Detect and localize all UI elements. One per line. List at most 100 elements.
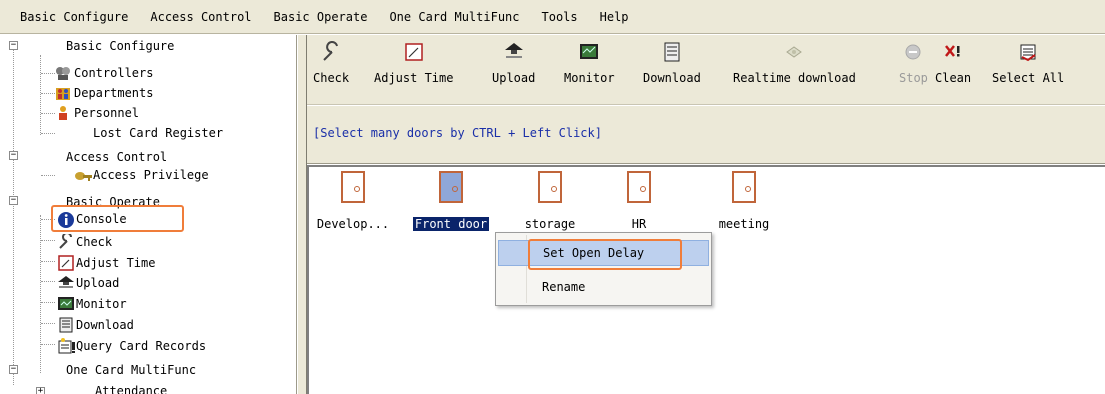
door-label: Front door [411,216,491,232]
download-icon [661,41,683,63]
wrench-icon [320,41,342,63]
tree-item-label: Download [76,318,134,332]
menu-one-card-multifunc[interactable]: One Card MultiFunc [389,10,519,24]
expander-basic-configure[interactable]: − [9,41,18,50]
tree-item-controllers[interactable]: Controllers [55,63,153,83]
tree-connector [41,281,55,282]
toolbar-download-button[interactable]: Download [643,41,701,85]
menu-basic-configure[interactable]: Basic Configure [20,10,128,24]
stop-icon [902,41,924,63]
tree-item-label: Access Control [66,150,168,164]
tree-connector [41,175,55,176]
toolbar-button-label: Adjust Time [374,71,454,85]
tree-item-basic-configure[interactable]: Basic Configure [66,36,174,56]
tree-item-label: Controllers [74,66,154,80]
tree-item-label: Upload [76,276,120,290]
door-icon [627,171,651,203]
tree-item-departments[interactable]: Departments [55,83,153,103]
toolbar-button-label: Clean [935,71,972,85]
tree-item-download[interactable]: Download [57,315,134,335]
menu-item-label: Rename [542,280,586,294]
tree-item-monitor[interactable]: Monitor [57,294,127,314]
personnel-icon [55,105,71,121]
tree-connector [41,344,55,345]
tree-item-label: Query Card Records [76,339,207,353]
expander-access-control[interactable]: − [9,151,18,160]
tree-item-label: Departments [74,86,154,100]
main-pane: Check Adjust Time Upload Monitor Downloa… [307,35,1105,394]
controllers-icon [55,65,71,81]
tree-connector [13,45,14,385]
door-label: storage [524,217,576,231]
menu-bar: Basic Configure Access Control Basic Ope… [0,0,1105,34]
expander-basic-operate[interactable]: − [9,196,18,205]
toolbar-monitor-button[interactable]: Monitor [564,41,615,85]
realtime-download-icon [783,41,805,63]
departments-icon [55,85,71,101]
toolbar-select-all-button[interactable]: Select All [992,41,1064,85]
door-label: HR [631,217,647,231]
door-item[interactable]: meeting [711,171,777,231]
tree-connector [40,215,41,373]
door-icon [341,171,365,203]
tree-item-label: Check [76,235,113,249]
monitor-icon [578,41,600,63]
door-item[interactable]: Develop... [311,171,395,231]
toolbar-check-button[interactable]: Check [313,41,349,85]
door-icon [538,171,562,203]
highlight-box-set-open-delay [528,239,682,270]
tree-item-personnel[interactable]: Personnel [55,103,139,123]
menu-access-control[interactable]: Access Control [150,10,251,24]
menu-help[interactable]: Help [600,10,629,24]
toolbar: Check Adjust Time Upload Monitor Downloa… [307,35,1105,105]
tree-item-check[interactable]: Check [57,232,112,252]
menu-tools[interactable]: Tools [542,10,578,24]
wrench-icon [57,232,73,250]
door-label: meeting [718,217,770,231]
clean-icon [942,41,964,63]
tree-item-one-card-multifunc[interactable]: One Card MultiFunc [66,360,196,380]
tree-connector [41,93,55,94]
tree-item-label: Monitor [76,297,127,311]
clock-icon [403,41,425,63]
tree-connector [40,55,41,135]
toolbar-clean-button[interactable]: Clean [935,41,971,85]
tree-item-label: Personnel [74,106,140,120]
select-all-icon [1017,41,1039,63]
upload-icon [503,41,525,63]
highlight-box-console [51,205,184,232]
door-item[interactable]: storage [514,171,586,231]
tree-item-lost-card-register[interactable]: Lost Card Register [93,123,223,143]
toolbar-realtime-download-button[interactable]: Realtime download [733,41,856,85]
menu-basic-operate[interactable]: Basic Operate [274,10,368,24]
navigation-tree: − Basic Configure Controllers Department… [0,35,297,394]
splitter[interactable] [297,35,307,394]
toolbar-stop-button[interactable]: Stop [899,41,928,85]
hint-bar: [Select many doors by CTRL + Left Click] [307,106,1105,164]
door-item-selected[interactable]: Front door [406,171,496,232]
toolbar-button-label: Select All [992,71,1065,85]
toolbar-button-label: Check [313,71,350,85]
tree-item-access-privilege[interactable]: Access Privilege [74,165,209,185]
tree-connector [41,73,55,74]
tree-item-access-control[interactable]: Access Control [66,147,167,167]
tree-item-adjust-time[interactable]: Adjust Time [57,253,155,273]
toolbar-button-label: Realtime download [733,71,856,85]
key-icon [74,167,92,183]
tree-connector [41,261,55,262]
expander-attendance[interactable]: + [36,387,45,394]
tree-item-attendance[interactable]: Attendance [95,381,167,394]
door-icon [732,171,756,203]
tree-item-query-card-records[interactable]: Query Card Records [57,336,206,356]
toolbar-adjust-time-button[interactable]: Adjust Time [374,41,453,85]
tree-item-upload[interactable]: Upload [57,273,119,293]
tree-item-label: Access Privilege [93,168,209,182]
door-label: Develop... [316,217,390,231]
door-item[interactable]: HR [619,171,659,231]
menu-item-rename[interactable]: Rename [498,274,709,300]
expander-one-card-multifunc[interactable]: − [9,365,18,374]
toolbar-upload-button[interactable]: Upload [492,41,535,85]
upload-icon [57,275,74,291]
clock-icon [57,255,74,271]
door-icon [439,171,463,203]
